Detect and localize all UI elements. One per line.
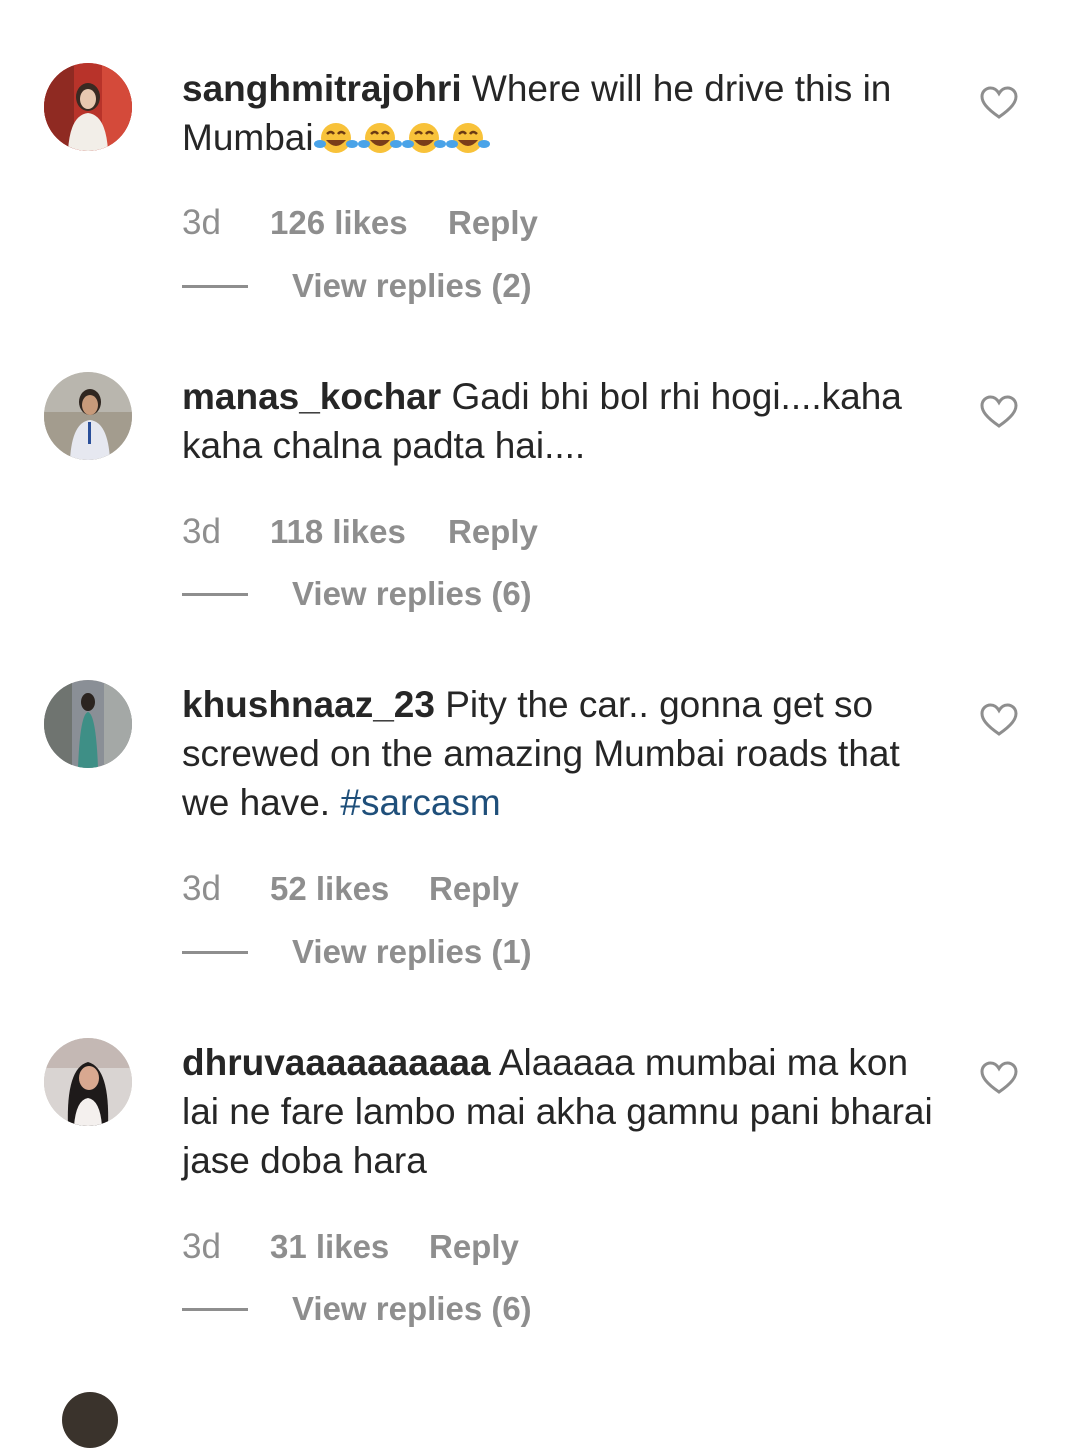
replies-divider <box>182 1308 248 1311</box>
heart-outline-icon[interactable] <box>980 86 1018 120</box>
avatar[interactable] <box>44 372 132 460</box>
avatar[interactable] <box>44 63 132 151</box>
comment-username[interactable]: dhruvaaaaaaaaaa <box>182 1042 491 1083</box>
comment-likes[interactable]: 52 likes <box>270 869 389 909</box>
comment-text: khushnaaz_23 Pity the car.. gonna get so… <box>182 680 952 827</box>
avatar[interactable] <box>44 680 132 768</box>
comment-text: sanghmitrajohri Where will he drive this… <box>182 64 952 162</box>
reply-button[interactable]: Reply <box>429 869 519 909</box>
view-replies-button[interactable]: View replies (2) <box>292 266 532 306</box>
comment-time: 3d <box>182 512 221 551</box>
heart-outline-icon[interactable] <box>980 395 1018 429</box>
comment-username[interactable]: manas_kochar <box>182 376 441 417</box>
face-with-tears-of-joy-icon <box>357 123 402 153</box>
heart-outline-icon[interactable] <box>980 1061 1018 1095</box>
comment-likes[interactable]: 126 likes <box>270 203 408 243</box>
comment-username[interactable]: sanghmitrajohri <box>182 68 462 109</box>
comment-likes[interactable]: 118 likes <box>270 512 406 552</box>
face-with-tears-of-joy-icon <box>401 123 446 153</box>
reply-button[interactable]: Reply <box>448 512 538 552</box>
hashtag-link[interactable]: #sarcasm <box>340 782 500 823</box>
comment-time: 3d <box>182 203 221 242</box>
comment-text: dhruvaaaaaaaaaa Alaaaaa mumbai ma kon la… <box>182 1038 952 1185</box>
avatar-image <box>44 680 132 768</box>
view-replies-button[interactable]: View replies (6) <box>292 574 532 614</box>
avatar[interactable] <box>44 1038 132 1126</box>
emoji-group <box>313 117 490 158</box>
avatar[interactable] <box>62 1392 118 1448</box>
replies-divider <box>182 951 248 954</box>
avatar-image <box>44 1038 132 1126</box>
view-replies-button[interactable]: View replies (1) <box>292 932 532 972</box>
comment-likes[interactable]: 31 likes <box>270 1227 389 1267</box>
comment-username[interactable]: khushnaaz_23 <box>182 684 435 725</box>
heart-outline-icon[interactable] <box>980 703 1018 737</box>
reply-button[interactable]: Reply <box>448 203 538 243</box>
comment-time: 3d <box>182 1227 221 1266</box>
view-replies-button[interactable]: View replies (6) <box>292 1289 532 1329</box>
avatar-image <box>44 63 132 151</box>
comment-text: manas_kochar Gadi bhi bol rhi hogi....ka… <box>182 372 952 470</box>
avatar-image <box>44 372 132 460</box>
comment-time: 3d <box>182 869 221 908</box>
face-with-tears-of-joy-icon <box>445 123 490 153</box>
replies-divider <box>182 593 248 596</box>
replies-divider <box>182 285 248 288</box>
reply-button[interactable]: Reply <box>429 1227 519 1267</box>
face-with-tears-of-joy-icon <box>313 123 358 153</box>
